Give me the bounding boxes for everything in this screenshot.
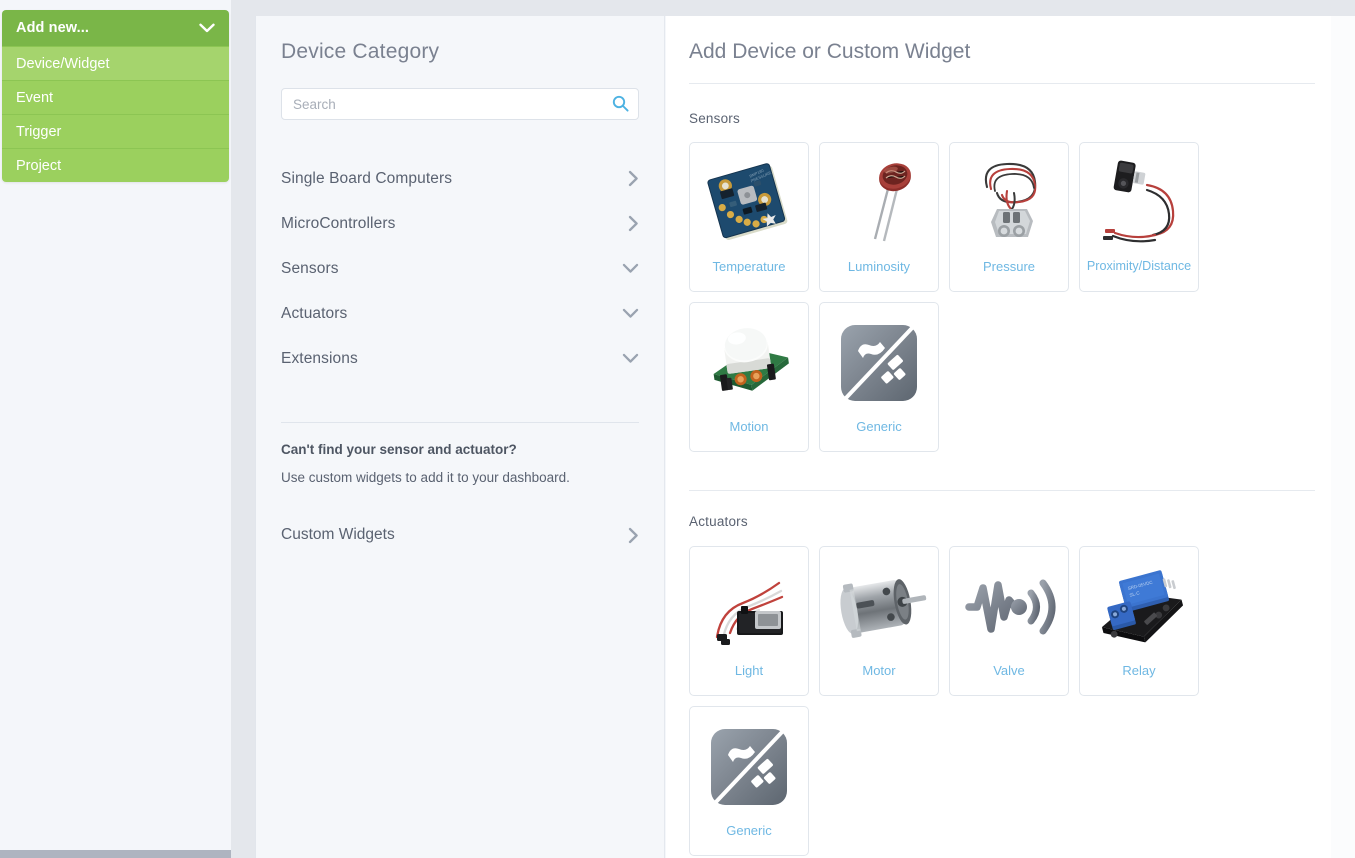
add-device-content-panel: Add Device or Custom Widget Sensors <box>666 16 1331 858</box>
category-item-label: Single Board Computers <box>281 170 452 188</box>
category-item-label: Actuators <box>281 305 347 323</box>
category-item-microcontrollers[interactable]: MicroControllers <box>281 201 639 246</box>
helper-subtitle: Use custom widgets to add it to your das… <box>281 470 639 485</box>
add-new-label: Add new... <box>16 20 89 36</box>
relay-module-image: SRD-05VDC SL-C <box>1084 552 1194 662</box>
category-item-label: Extensions <box>281 350 358 368</box>
device-card-light[interactable]: Light <box>689 546 809 696</box>
chevron-right-icon <box>628 170 639 187</box>
pir-motion-sensor-image <box>694 308 804 418</box>
pressure-sensor-image <box>954 148 1064 258</box>
add-new-item-label: Event <box>16 90 53 106</box>
category-item-custom-widgets[interactable]: Custom Widgets <box>281 519 639 551</box>
page-top-band <box>255 0 1355 16</box>
chevron-down-icon <box>622 263 639 274</box>
device-card-motion[interactable]: Motion <box>689 302 809 452</box>
sensors-card-grid: BMP180 PRESSURE Temperature <box>689 142 1315 452</box>
page-gutter <box>231 0 255 858</box>
add-new-dropdown-toggle[interactable]: Add new... <box>2 10 229 46</box>
left-panel-hscrollbar-thumb[interactable] <box>0 850 236 858</box>
add-new-item-label: Project <box>16 158 61 174</box>
search-field-wrapper <box>281 88 639 120</box>
device-card-label: Valve <box>993 664 1025 677</box>
device-card-relay[interactable]: SRD-05VDC SL-C <box>1079 546 1199 696</box>
category-item-label: MicroControllers <box>281 215 395 233</box>
category-item-extensions[interactable]: Extensions <box>281 336 639 381</box>
actuators-card-grid: Light <box>689 546 1315 856</box>
search-input[interactable] <box>281 88 639 120</box>
device-category-panel: Device Category Single Board Computers <box>256 16 665 858</box>
valve-signal-icon <box>954 552 1064 662</box>
device-card-label: Luminosity <box>848 260 910 273</box>
category-item-sensors[interactable]: Sensors <box>281 246 639 291</box>
category-item-label: Sensors <box>281 260 339 278</box>
actuators-section: Actuators <box>689 514 1315 856</box>
category-item-single-board-computers[interactable]: Single Board Computers <box>281 156 639 201</box>
photoresistor-image <box>824 148 934 258</box>
dc-motor-image <box>824 552 934 662</box>
generic-widget-icon <box>694 712 804 822</box>
add-new-menu: Add new... Device/Widget Event Trigger P… <box>2 10 229 182</box>
device-card-label: Motor <box>862 664 895 677</box>
chevron-right-icon <box>628 215 639 232</box>
section-label-actuators: Actuators <box>689 514 1315 529</box>
add-new-item-label: Device/Widget <box>16 56 109 72</box>
device-category-list: Single Board Computers MicroControllers <box>281 156 639 381</box>
add-device-modal: Device Category Single Board Computers <box>255 16 1330 858</box>
sensors-section: Sensors <box>689 111 1315 452</box>
left-sidebar: Add new... Device/Widget Event Trigger P… <box>0 0 231 852</box>
cannot-find-helper: Can't find your sensor and actuator? Use… <box>281 442 639 485</box>
chevron-down-icon <box>199 21 215 36</box>
proximity-sensor-image <box>1084 148 1194 258</box>
device-card-luminosity[interactable]: Luminosity <box>819 142 939 292</box>
device-card-label: Proximity/Distance <box>1087 260 1191 273</box>
chevron-right-icon <box>628 527 639 544</box>
chevron-down-icon <box>622 353 639 364</box>
device-card-motor[interactable]: Motor <box>819 546 939 696</box>
device-card-generic-sensor[interactable]: Generic <box>819 302 939 452</box>
device-card-label: Pressure <box>983 260 1035 273</box>
device-card-label: Relay <box>1122 664 1155 677</box>
device-card-generic-actuator[interactable]: Generic <box>689 706 809 856</box>
device-card-pressure[interactable]: Pressure <box>949 142 1069 292</box>
page-right-band <box>1331 16 1355 858</box>
chevron-down-icon <box>622 308 639 319</box>
device-card-temperature[interactable]: BMP180 PRESSURE Temperature <box>689 142 809 292</box>
helper-title: Can't find your sensor and actuator? <box>281 442 639 457</box>
custom-widgets-label: Custom Widgets <box>281 526 395 544</box>
light-module-image <box>694 552 804 662</box>
title-divider <box>689 83 1315 84</box>
add-new-item-device-widget[interactable]: Device/Widget <box>2 46 229 80</box>
category-divider <box>281 422 639 423</box>
section-divider <box>689 490 1315 491</box>
add-new-item-trigger[interactable]: Trigger <box>2 114 229 148</box>
device-card-valve[interactable]: Valve <box>949 546 1069 696</box>
section-label-sensors: Sensors <box>689 111 1315 126</box>
device-category-title: Device Category <box>281 40 439 64</box>
device-card-label: Generic <box>726 824 772 837</box>
category-item-actuators[interactable]: Actuators <box>281 291 639 336</box>
generic-widget-icon <box>824 308 934 418</box>
add-new-item-project[interactable]: Project <box>2 148 229 182</box>
page-title: Add Device or Custom Widget <box>689 40 970 64</box>
device-card-label: Motion <box>729 420 768 433</box>
add-new-item-label: Trigger <box>16 124 61 140</box>
temperature-board-image: BMP180 PRESSURE <box>694 148 804 258</box>
device-card-label: Generic <box>856 420 902 433</box>
device-card-label: Light <box>735 664 763 677</box>
add-new-item-event[interactable]: Event <box>2 80 229 114</box>
device-card-proximity-distance[interactable]: Proximity/Distance <box>1079 142 1199 292</box>
device-card-label: Temperature <box>713 260 786 273</box>
